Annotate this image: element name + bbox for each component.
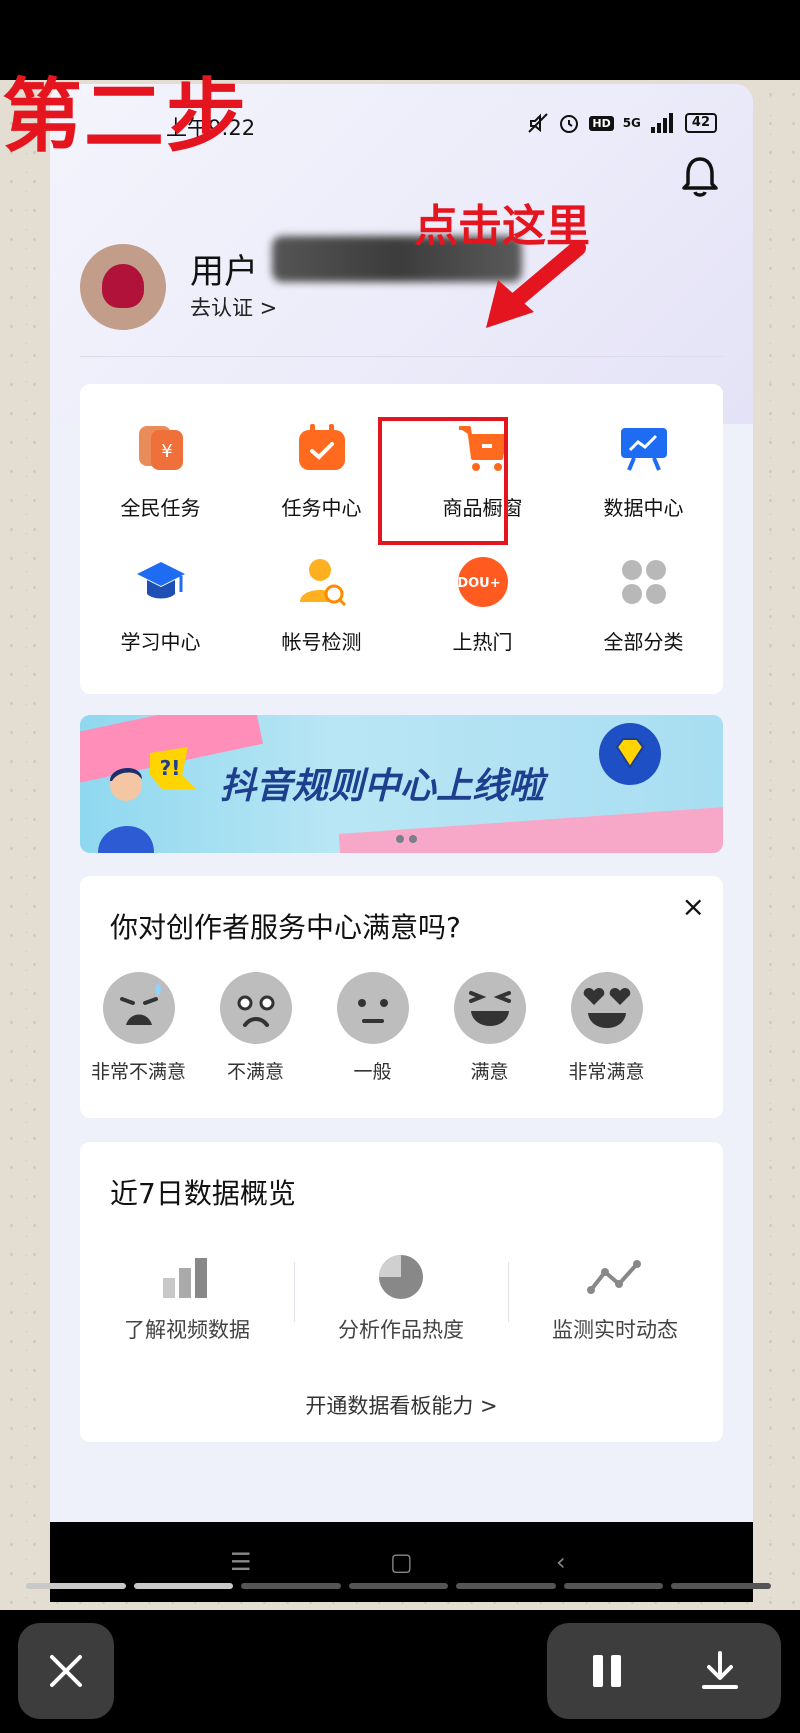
survey-title: 你对创作者服务中心满意吗? [110,911,461,944]
story-progress [26,1583,772,1589]
sad-face-icon [220,972,292,1044]
profile-name: 用户 [190,252,258,292]
shortcut-label: 全民任务 [120,496,201,520]
graduation-cap-icon [137,562,185,599]
banner-decoration [338,806,723,853]
neutral-face-icon [337,972,409,1044]
shortcut-label: 学习中心 [120,630,201,654]
shortcut-label: 全部分类 [603,630,684,654]
banner-title: 抖音规则中心上线啦 [220,766,545,807]
red-arrow-icon [486,240,586,328]
banner-pagination [396,835,417,843]
battery-icon: 42 [684,113,717,133]
rating-label: 一般 [353,1061,392,1083]
status-icons: HD 5G 42 [527,112,717,134]
shortcut-all-categories[interactable]: 全部分类 [563,556,724,676]
rules-banner[interactable]: ?! 抖音规则中心上线啦 [80,715,723,853]
alarm-icon [560,115,579,133]
banner-person-illustration: ?! [98,747,196,853]
laughing-face-icon [454,972,526,1044]
grid-dots-icon [622,560,666,604]
rating-label: 非常满意 [568,1061,645,1083]
shortcut-data-center[interactable]: 数据中心 [563,422,724,542]
screenshot-stage: 上午9:22 HD 5G 42 用户 去认证 > ¥ 全民任务 任务中心 商品橱… [0,0,800,1733]
close-button[interactable] [18,1623,114,1719]
data-board-icon [621,428,667,471]
task-center-icon [299,424,345,470]
pie-chart-icon [379,1255,423,1299]
dou-plus-badge: DOU+ [457,576,500,591]
verify-link[interactable]: 去认证 > [190,292,277,322]
enable-dashboard-link[interactable]: 开通数据看板能力 > [80,1390,723,1420]
close-icon [50,1655,82,1687]
back-icon[interactable]: ‹ [556,1548,566,1576]
rating-label: 满意 [470,1061,509,1083]
overview-item-label: 了解视频数据 [124,1318,250,1342]
bell-icon[interactable] [677,154,723,200]
avatar[interactable] [80,244,166,330]
overview-item-label: 监测实时动态 [552,1318,678,1342]
shortcut-go-trending[interactable]: DOU+ 上热门 [402,556,563,676]
line-trend-icon [587,1260,641,1294]
overview-divider [294,1262,295,1322]
rating-label: 非常不满意 [90,1061,186,1083]
home-icon[interactable]: ▢ [390,1548,413,1576]
signal-icon [650,113,673,133]
hd-icon: HD [589,115,614,131]
system-nav-bar: ☰ ▢ ‹ [50,1522,753,1602]
shortcut-account-check[interactable]: 帐号检测 [241,556,402,676]
player-controls [547,1623,781,1719]
profile-divider [80,356,723,357]
rating-label: 不满意 [226,1061,284,1083]
network-label: 5G [622,116,641,130]
overview-item-label: 分析作品热度 [338,1318,464,1342]
data-overview-card: 近7日数据概览 了解视频数据 分析作品热度 监测实时动态 开通数据看板能力 > [80,1142,723,1442]
account-check-icon [300,559,347,607]
banner-badge: ?! [160,756,181,780]
download-icon[interactable] [701,1651,739,1691]
shortcut-label: 数据中心 [603,496,684,520]
close-icon[interactable]: × [682,890,705,923]
mute-icon [528,113,549,133]
menu-icon[interactable]: ☰ [230,1548,252,1576]
pause-icon[interactable] [589,1653,625,1689]
heart-eyes-face-icon [571,972,643,1044]
diamond-badge-icon [599,723,661,785]
shortcut-label: 帐号检测 [281,630,362,654]
overview-title: 近7日数据概览 [110,1177,296,1210]
dou-plus-icon: DOU+ [457,557,508,607]
satisfaction-survey: 你对创作者服务中心满意吗? × 非常不满意 不满意 一般 满意 非常满意 [80,876,723,1118]
bar-chart-icon [163,1258,207,1298]
phone-screen: 上午9:22 HD 5G 42 用户 去认证 > ¥ 全民任务 任务中心 商品橱… [50,84,753,1524]
svg-text:¥: ¥ [161,441,172,462]
step-annotation: 第二步 [2,70,248,163]
overview-divider [508,1262,509,1322]
angry-face-icon [103,972,175,1044]
shortcut-national-tasks[interactable]: ¥ 全民任务 [80,422,241,542]
shortcut-label: 上热门 [452,630,513,654]
highlight-box [378,417,508,545]
task-coin-icon: ¥ [139,426,183,470]
shortcut-learning-center[interactable]: 学习中心 [80,556,241,676]
